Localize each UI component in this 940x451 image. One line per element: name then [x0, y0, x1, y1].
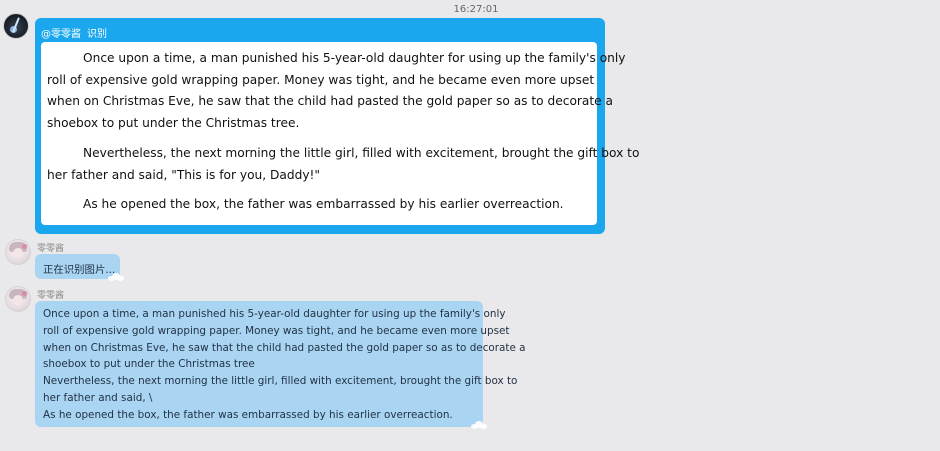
- card-text-line: when on Christmas Eve, he saw that the c…: [47, 94, 613, 109]
- bubble-text-line: As he opened the box, the father was emb…: [43, 408, 453, 421]
- card-text-line: Once upon a time, a man punished his 5-y…: [83, 51, 626, 65]
- card-paragraph: As he opened the box, the father was emb…: [47, 194, 591, 216]
- bubble-text-line: her father and said, \: [43, 391, 153, 404]
- card-text-line: her father and said, "This is for you, D…: [47, 167, 321, 182]
- chat-bubble[interactable]: Once upon a time, a man punished his 5-y…: [35, 301, 526, 429]
- bubble-text: 正在识别图片...: [43, 264, 116, 276]
- command-text: 识别: [87, 29, 107, 40]
- chat-bubble[interactable]: 正在识别图片...: [35, 254, 124, 281]
- mention-text[interactable]: @零零酱: [41, 29, 81, 40]
- cloud-icon: [108, 273, 124, 281]
- card-paragraph: Nevertheless, the next morning the littl…: [47, 143, 639, 186]
- card-text-line: As he opened the box, the father was emb…: [83, 197, 564, 212]
- user-avatar-icon[interactable]: [4, 14, 28, 38]
- sender-name: 零零酱: [37, 291, 65, 301]
- cloud-icon: [471, 421, 487, 429]
- card-text-line: Nevertheless, the next morning the littl…: [83, 145, 640, 160]
- bubble-text-line: shoebox to put under the Christmas tree: [43, 358, 255, 371]
- bubble-text-line: Once upon a time, a man punished his 5-y…: [43, 308, 506, 320]
- card-body: Once upon a time, a man punished his 5-y…: [41, 42, 639, 225]
- card-text-line: shoebox to put under the Christmas tree.: [47, 116, 300, 131]
- card-text-line: roll of expensive gold wrapping paper. M…: [47, 72, 595, 87]
- bubble-text-line: when on Christmas Eve, he saw that the c…: [43, 341, 526, 354]
- bot-avatar-icon[interactable]: [6, 240, 30, 264]
- card-header: @零零酱 识别: [41, 25, 107, 40]
- bot-avatar-icon[interactable]: [6, 287, 30, 311]
- bubble-text-line: Nevertheless, the next morning the littl…: [43, 375, 518, 388]
- message-timestamp: 16:27:01: [453, 4, 499, 15]
- card-paragraph: Once upon a time, a man punished his 5-y…: [47, 48, 625, 135]
- message-card: @零零酱 识别 Once upon a time, a man punished …: [35, 18, 639, 234]
- sender-name: 零零酱: [37, 244, 65, 254]
- bubble-text-line: roll of expensive gold wrapping paper. M…: [43, 324, 510, 337]
